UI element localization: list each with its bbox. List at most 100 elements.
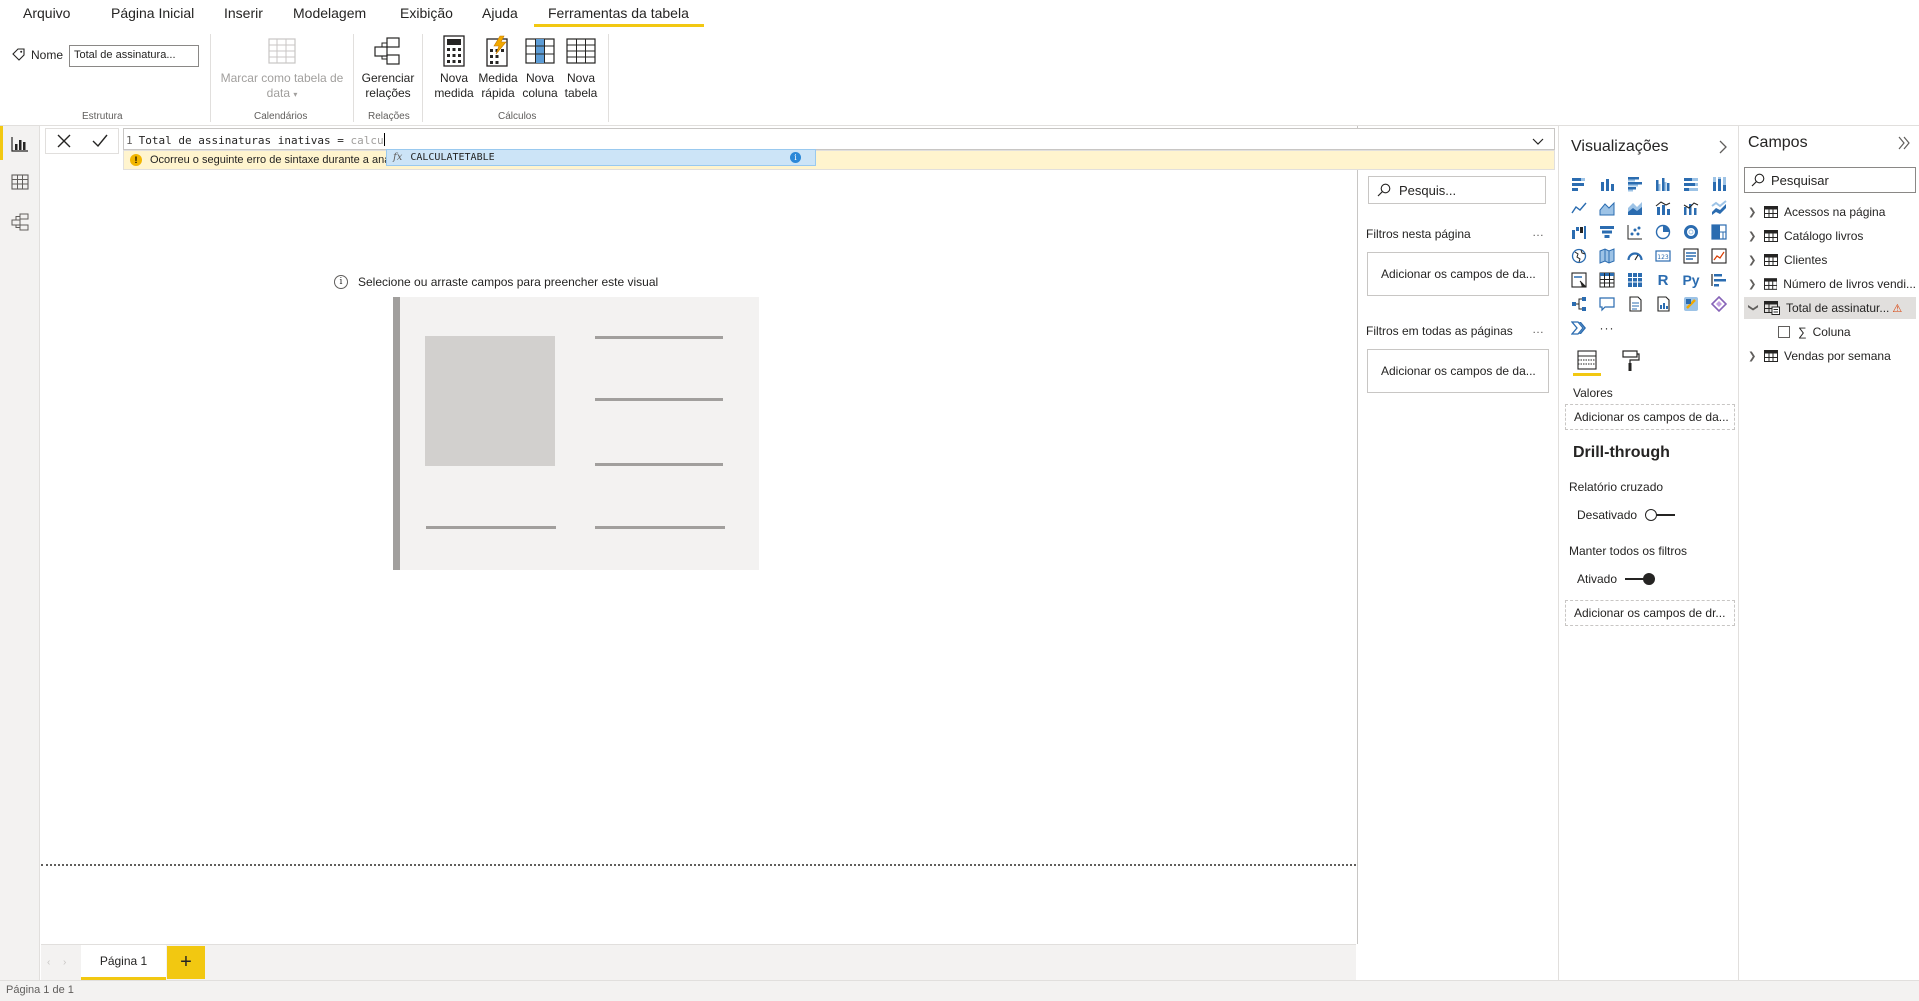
100-stacked-bar-chart-icon[interactable] — [1677, 172, 1705, 196]
power-automate-icon[interactable] — [1705, 292, 1733, 316]
model-view-button[interactable] — [8, 210, 32, 234]
r-script-visual-icon[interactable]: R — [1649, 268, 1677, 292]
line-and-clustered-column-icon[interactable] — [1677, 196, 1705, 220]
filled-map-icon[interactable] — [1593, 244, 1621, 268]
clustered-column-chart-icon[interactable] — [1649, 172, 1677, 196]
page-tab[interactable]: Página 1 — [81, 945, 166, 980]
placeholder-line — [595, 336, 723, 339]
autocomplete-suggestion[interactable]: fx CALCULATETABLE i — [386, 149, 816, 166]
visual-hint: i Selecione ou arraste campos para preen… — [334, 275, 658, 289]
page-boundary-line — [41, 864, 1356, 866]
drill-through-well[interactable]: Adicionar os campos de dr... — [1565, 600, 1735, 626]
card-icon[interactable]: 123 — [1649, 244, 1677, 268]
paginated-report-icon[interactable] — [1649, 292, 1677, 316]
empty-visual-placeholder[interactable] — [393, 297, 759, 570]
more-visuals-icon[interactable]: ··· — [1593, 316, 1621, 340]
cancel-formula-button[interactable] — [46, 129, 82, 153]
text-caret — [383, 133, 385, 146]
field-checkbox[interactable] — [1778, 326, 1790, 338]
stacked-bar-chart-icon[interactable] — [1565, 172, 1593, 196]
power-automate-flow-icon[interactable] — [1565, 316, 1593, 340]
scatter-chart-icon[interactable] — [1621, 220, 1649, 244]
new-table-button[interactable]: Nova tabela — [557, 34, 605, 101]
filters-on-page-well[interactable]: Adicionar os campos de da... — [1367, 252, 1549, 296]
commit-formula-button[interactable] — [82, 129, 118, 153]
line-chart-icon[interactable] — [1565, 196, 1593, 220]
waterfall-chart-icon[interactable] — [1565, 220, 1593, 244]
line-and-stacked-column-icon[interactable] — [1649, 196, 1677, 220]
menu-pagina-inicial[interactable]: Página Inicial — [111, 5, 194, 21]
treemap-icon[interactable] — [1705, 220, 1733, 244]
stacked-area-chart-icon[interactable] — [1621, 196, 1649, 220]
fields-well-icon — [1577, 349, 1597, 370]
stacked-column-chart-icon[interactable] — [1593, 172, 1621, 196]
chevron-down-icon[interactable] — [1530, 133, 1546, 149]
donut-chart-icon[interactable] — [1677, 220, 1705, 244]
table-name-input[interactable]: Total de assinatura... — [69, 45, 199, 67]
clustered-bar-chart-icon[interactable] — [1621, 172, 1649, 196]
decomposition-tree-icon[interactable] — [1565, 292, 1593, 316]
menu-ajuda[interactable]: Ajuda — [482, 5, 518, 21]
keep-filters-state: Ativado — [1577, 572, 1618, 586]
calculated-table-icon — [1764, 301, 1780, 315]
menu-modelagem[interactable]: Modelagem — [293, 5, 366, 21]
manage-relationships-button[interactable]: Gerenciar relações — [360, 34, 416, 101]
chevron-right-icon[interactable] — [1718, 140, 1728, 154]
power-apps-icon[interactable] — [1677, 292, 1705, 316]
formula-input[interactable]: 1 Total de assinaturas inativas = calcu — [123, 128, 1555, 150]
data-view-button[interactable] — [8, 170, 32, 194]
menu-exibicao[interactable]: Exibição — [400, 5, 453, 21]
100-stacked-column-chart-icon[interactable] — [1705, 172, 1733, 196]
report-view-button[interactable] — [8, 132, 32, 156]
ribbon-chart-icon[interactable] — [1705, 196, 1733, 220]
matrix-icon[interactable] — [1621, 268, 1649, 292]
more-options-icon[interactable]: … — [1532, 322, 1544, 336]
map-icon[interactable] — [1565, 244, 1593, 268]
field-table-catalogo[interactable]: ❯ Catálogo livros — [1744, 225, 1916, 247]
keep-filters-toggle[interactable] — [1625, 573, 1656, 585]
menu-ferramentas-da-tabela[interactable]: Ferramentas da tabela — [548, 5, 689, 21]
table-visual-icon[interactable] — [1593, 268, 1621, 292]
format-tab-button[interactable] — [1617, 346, 1645, 376]
qa-visual-icon[interactable] — [1593, 292, 1621, 316]
slicer-icon[interactable] — [1565, 268, 1593, 292]
next-page-arrow[interactable]: › — [63, 957, 66, 968]
field-table-total-assinaturas[interactable]: ❯ Total de assinatur... ⚠ — [1744, 297, 1916, 319]
prev-page-arrow[interactable]: ‹ — [47, 957, 50, 968]
pie-chart-icon[interactable] — [1649, 220, 1677, 244]
cross-report-knob — [1645, 509, 1658, 521]
quick-measure-button[interactable]: Medida rápida — [474, 34, 522, 101]
multi-row-card-icon[interactable] — [1677, 244, 1705, 268]
group-relacoes: Relações — [368, 111, 410, 122]
fields-tab-button[interactable] — [1573, 346, 1601, 376]
menu-inserir[interactable]: Inserir — [224, 5, 263, 21]
relationships-icon — [373, 34, 403, 68]
field-table-acessos[interactable]: ❯ Acessos na página — [1744, 201, 1916, 223]
field-table-numero-livros[interactable]: ❯ Número de livros vendi... — [1744, 273, 1916, 295]
field-table-vendas-semana[interactable]: ❯ Vendas por semana — [1744, 345, 1916, 367]
new-measure-button[interactable]: Nova medida — [430, 34, 478, 101]
kpi-icon[interactable] — [1705, 244, 1733, 268]
double-chevron-right-icon[interactable] — [1897, 136, 1911, 150]
field-table-clientes[interactable]: ❯ Clientes — [1744, 249, 1916, 271]
active-menu-indicator — [534, 24, 704, 27]
viz-pane-tabs — [1573, 346, 1645, 376]
funnel-chart-icon[interactable] — [1593, 220, 1621, 244]
filters-search-input[interactable]: Pesquis... — [1368, 176, 1546, 204]
fields-search-input[interactable]: Pesquisar — [1744, 167, 1916, 193]
field-column-coluna[interactable]: ∑ Coluna — [1778, 321, 1851, 343]
more-options-icon[interactable]: … — [1532, 225, 1544, 239]
gauge-icon[interactable] — [1621, 244, 1649, 268]
area-chart-icon[interactable] — [1593, 196, 1621, 220]
cross-report-toggle[interactable] — [1645, 509, 1676, 521]
values-well[interactable]: Adicionar os campos de da... — [1565, 404, 1735, 430]
info-icon[interactable]: i — [790, 152, 801, 163]
key-influencers-icon[interactable] — [1705, 268, 1733, 292]
add-page-button[interactable]: + — [167, 946, 205, 979]
python-visual-icon[interactable]: Py — [1677, 268, 1705, 292]
smart-narrative-icon[interactable] — [1621, 292, 1649, 316]
mark-as-date-table-button[interactable]: Marcar como tabela de data ▾ — [218, 34, 346, 102]
keep-filters-toggle-row: Ativado — [1577, 572, 1656, 586]
filters-all-pages-well[interactable]: Adicionar os campos de da... — [1367, 349, 1549, 393]
menu-arquivo[interactable]: Arquivo — [23, 5, 70, 21]
